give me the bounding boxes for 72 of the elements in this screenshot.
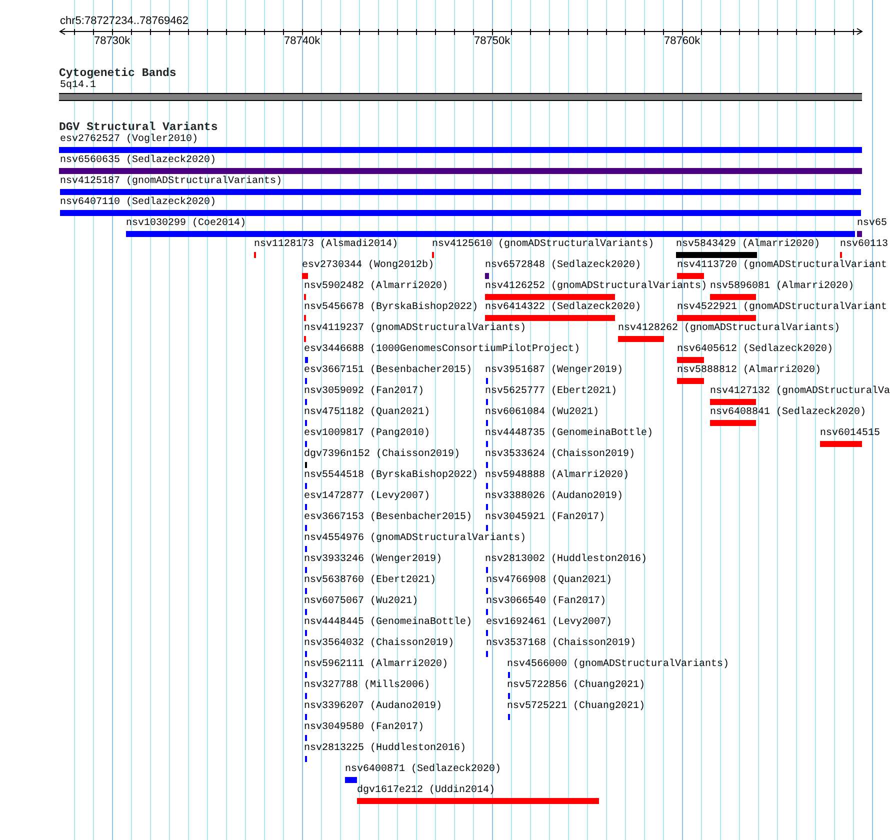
feature-label: nsv5962111 (Almarri2020) — [304, 659, 448, 671]
feature-label: nsv4448735 (GenomeinaBottle) — [485, 428, 654, 440]
feature-label: nsv6400871 (Sedlazeck2020) — [345, 764, 502, 776]
feature-label: nsv327788 (Mills2006) — [304, 680, 430, 692]
feature-label: nsv4125187 (gnomADStructuralVariants) — [60, 176, 282, 188]
feature-label: nsv3388026 (Audano2019) — [485, 491, 624, 503]
feature-label: nsv4128262 (gnomADStructuralVariants) — [618, 323, 840, 335]
feature-label: nsv5843429 (Almarri2020) — [676, 239, 820, 251]
tick-label: 78740k — [284, 35, 320, 48]
feature-label: esv1472877 (Levy2007) — [304, 491, 430, 503]
feature-label: nsv6572848 (Sedlazeck2020) — [485, 260, 642, 272]
feature-label: nsv3045921 (Fan2017) — [485, 512, 606, 524]
feature-label: nsv4751182 (Quan2021) — [304, 407, 430, 419]
feature-label: nsv1030299 (Coe2014) — [126, 218, 246, 230]
feature-label: nsv3396207 (Audano2019) — [304, 701, 442, 713]
feature-label: nsv4554976 (gnomADStructuralVariants) — [304, 533, 526, 545]
feature-label: nsv5902482 (Almarri2020) — [304, 281, 448, 293]
feature-label: nsv3066540 (Fan2017) — [486, 596, 606, 608]
feature-label: esv1692461 (Levy2007) — [486, 617, 612, 629]
feature-label: esv3667153 (Besenbacher2015) — [304, 512, 472, 524]
feature-label: nsv60113 — [840, 239, 888, 251]
feature-label: nsv4119237 (gnomADStructuralVariants) — [304, 323, 526, 335]
track-title: Cytogenetic Bands — [59, 67, 176, 80]
feature-label: nsv5638760 (Ebert2021) — [304, 575, 436, 587]
band-label: 5q14.1 — [60, 80, 96, 92]
feature-label: nsv2813225 (Huddleston2016) — [304, 743, 466, 755]
feature-label: nsv4766908 (Quan2021) — [486, 575, 612, 587]
feature-label: nsv5456678 (ByrskaBishop2022) — [304, 302, 478, 314]
locus-label: chr5:78727234..78769462 — [60, 15, 188, 28]
feature-label: nsv1128173 (Alsmadi2014) — [254, 239, 398, 251]
feature-label: nsv5544518 (ByrskaBishop2022) — [304, 470, 478, 482]
feature-label: nsv4126252 (gnomADStructuralVariants) — [485, 281, 708, 293]
feature-label: nsv6407110 (Sedlazeck2020) — [60, 197, 216, 209]
feature-label: nsv3533624 (Chaisson2019) — [485, 449, 636, 461]
feature-label: nsv4522921 (gnomADStructuralVariant — [677, 302, 888, 314]
feature-label: nsv6075067 (Wu2021) — [304, 596, 418, 608]
feature-label: nsv3564032 (Chaisson2019) — [304, 638, 454, 650]
feature-label: nsv4127132 (gnomADStructuralVa — [710, 386, 890, 398]
feature-label: nsv6408841 (Sedlazeck2020) — [710, 407, 866, 419]
feature-label: nsv3537168 (Chaisson2019) — [486, 638, 636, 650]
track-title: DGV Structural Variants — [59, 121, 218, 134]
feature-label: nsv5625777 (Ebert2021) — [485, 386, 618, 398]
feature-label: dgv7396n152 (Chaisson2019) — [304, 449, 460, 461]
feature-label: nsv6414322 (Sedlazeck2020) — [485, 302, 642, 314]
feature-label: nsv5948888 (Almarri2020) — [485, 470, 630, 482]
feature-label: nsv5888812 (Almarri2020) — [677, 365, 822, 377]
feature-label: esv1009817 (Pang2010) — [304, 428, 430, 440]
tick-label: 78730k — [94, 35, 130, 48]
tick-label: 78760k — [664, 35, 700, 48]
tick-label: 78750k — [474, 35, 510, 48]
feature-label: esv3667151 (Besenbacher2015) — [304, 365, 472, 377]
feature-label: nsv3951687 (Wenger2019) — [485, 365, 624, 377]
feature-label: nsv4448445 (GenomeinaBottle) — [304, 617, 472, 629]
feature-label: esv3446688 (1000GenomesConsortiumPilotProject) — [304, 344, 580, 356]
feature-label: nsv65 — [857, 218, 888, 230]
feature-label: nsv6405612 (Sedlazeck2020) — [677, 344, 834, 356]
feature-label: nsv4125610 (gnomADStructuralVariants) — [432, 239, 654, 251]
feature-label: nsv3049580 (Fan2017) — [304, 722, 424, 734]
feature-label: nsv6061084 (Wu2021) — [485, 407, 600, 419]
feature-label: nsv2813002 (Huddleston2016) — [485, 554, 648, 566]
feature-label: nsv6560635 (Sedlazeck2020) — [60, 155, 216, 167]
feature-label: nsv3933246 (Wenger2019) — [304, 554, 442, 566]
feature-label: nsv4113720 (gnomADStructuralVariant — [677, 260, 888, 272]
feature-label: nsv6014515 — [820, 428, 880, 440]
feature-label: esv2730344 (Wong2012b) — [302, 260, 434, 272]
feature-label: nsv5896081 (Almarri2020) — [710, 281, 854, 293]
feature-label: dgv1617e212 (Uddin2014) — [357, 785, 496, 797]
feature-label: nsv4566000 (gnomADStructuralVariants) — [507, 659, 730, 671]
feature-label: nsv5725221 (Chuang2021) — [507, 701, 646, 713]
feature-label: nsv3059092 (Fan2017) — [304, 386, 424, 398]
feature-label: esv2762527 (Vogler2010) — [60, 134, 198, 146]
feature-label: nsv5722856 (Chuang2021) — [507, 680, 646, 692]
